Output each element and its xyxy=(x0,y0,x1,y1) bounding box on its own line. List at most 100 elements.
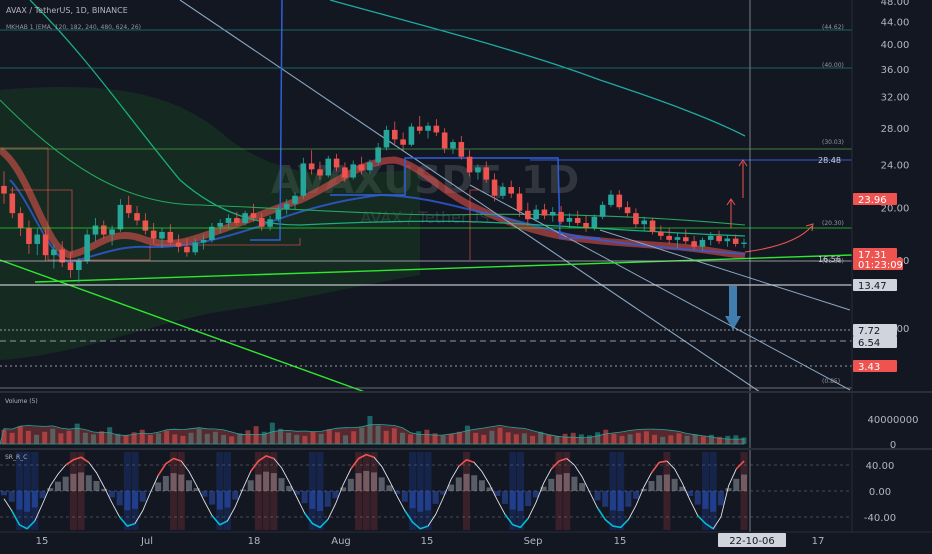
candle-body xyxy=(26,228,32,244)
candle-body xyxy=(574,218,581,223)
osc-histogram-bar xyxy=(455,477,462,491)
candle-body xyxy=(109,229,115,235)
osc-histogram-bar xyxy=(116,491,123,506)
price-tag-label: 23.96 xyxy=(858,195,887,206)
candle-body xyxy=(566,218,573,222)
osc-extreme-band xyxy=(23,452,31,530)
candle-body xyxy=(209,226,215,240)
osc-histogram-bar xyxy=(502,491,509,504)
volume-legend[interactable]: Volume (5) xyxy=(5,398,38,405)
candle-body xyxy=(699,239,706,247)
osc-extreme-band xyxy=(216,452,224,530)
osc-histogram-bar xyxy=(324,491,331,507)
symbol-legend[interactable]: AVAX / TetherUS, 1D, BINANCE xyxy=(6,6,128,15)
osc-extreme-band xyxy=(316,452,324,530)
osc-histogram-bar xyxy=(594,491,601,501)
osc-histogram-bar xyxy=(725,488,732,491)
osc-histogram-bar xyxy=(201,491,208,497)
level-price-label: 16.56 xyxy=(818,255,841,264)
osc-extreme-band xyxy=(15,452,23,530)
osc-histogram-bar xyxy=(633,491,640,499)
candle-body xyxy=(184,246,190,253)
fib-level-label: (20.30) xyxy=(822,220,844,227)
osc-histogram-bar xyxy=(579,483,586,491)
osc-histogram-bar xyxy=(640,488,647,491)
candle-body xyxy=(142,220,149,231)
osc-histogram-bar xyxy=(548,478,555,491)
osc-histogram-bar xyxy=(301,491,308,504)
candle-body xyxy=(391,129,398,140)
candle-body xyxy=(159,231,165,239)
osc-histogram-bar xyxy=(85,475,92,491)
osc-histogram-bar xyxy=(186,480,192,491)
osc-histogram-bar xyxy=(571,476,578,491)
candle-body xyxy=(283,203,290,210)
osc-extreme-band xyxy=(31,452,39,530)
candle-body xyxy=(716,235,722,242)
candle-body xyxy=(375,147,381,163)
osc-extreme-band xyxy=(563,452,571,530)
candle-body xyxy=(741,242,747,244)
osc-histogram-bar xyxy=(671,478,678,491)
fib-level-label: (30.03) xyxy=(822,139,844,146)
osc-extreme-band xyxy=(69,452,77,530)
osc-tick-label: 40.00 xyxy=(866,461,895,472)
tradingview-chart[interactable]: AVAXUSDT, 1D AVAX / TetherUS (44.62)(40.… xyxy=(0,0,932,550)
osc-histogram-bar xyxy=(139,491,146,502)
candle-body xyxy=(682,237,689,242)
candle-body xyxy=(275,209,282,220)
time-tick-label: Aug xyxy=(331,536,351,547)
candle-body xyxy=(549,211,556,216)
osc-extreme-band xyxy=(609,452,617,530)
time-tick-label: 15 xyxy=(421,536,434,547)
price-tag-label: 13.47 xyxy=(858,281,887,292)
candle-body xyxy=(658,231,664,236)
osc-extreme-band xyxy=(362,452,370,530)
osc-histogram-bar xyxy=(278,478,285,491)
price-tick-label: 32.00 xyxy=(881,93,910,104)
candle-body xyxy=(558,211,564,222)
osc-histogram-bar xyxy=(93,480,100,491)
candle-body xyxy=(217,222,223,227)
candle-body xyxy=(732,238,739,244)
candle-body xyxy=(317,169,323,176)
candle-body xyxy=(591,216,598,229)
osc-tick-label: 0.00 xyxy=(869,487,891,498)
candle-body xyxy=(76,261,82,271)
candle-body xyxy=(416,126,423,131)
price-tag-label: 6.54 xyxy=(858,338,880,349)
candle-body xyxy=(433,125,440,133)
candle-body xyxy=(234,218,240,223)
osc-histogram-bar xyxy=(717,491,724,506)
candle-body xyxy=(34,234,41,244)
osc-histogram-bar xyxy=(162,475,169,491)
osc-histogram-bar xyxy=(401,491,408,502)
oscillator-legend[interactable]: SR_R_C xyxy=(5,454,27,461)
candle-body xyxy=(483,167,490,180)
time-tick-label: Sep xyxy=(524,536,543,547)
osc-histogram-bar xyxy=(656,475,663,491)
osc-histogram-bar xyxy=(625,491,632,507)
fib-level-label: (40.00) xyxy=(822,62,844,69)
candle-body xyxy=(674,237,681,240)
candle-body xyxy=(599,204,606,217)
price-tick-label: 48.00 xyxy=(881,0,910,8)
osc-extreme-band xyxy=(170,452,178,530)
osc-extreme-band xyxy=(416,452,424,530)
price-tag-label: 3.43 xyxy=(858,362,880,373)
candle-body xyxy=(707,235,714,240)
candle-body xyxy=(475,167,481,173)
candle-body xyxy=(350,164,357,178)
osc-histogram-bar xyxy=(347,478,354,491)
osc-extreme-band xyxy=(463,452,470,530)
candle-body xyxy=(325,158,332,176)
candle-body xyxy=(649,220,656,232)
candle-body xyxy=(192,242,199,253)
osc-tick-label: -40.00 xyxy=(864,513,896,524)
price-tag-label: 7.72 xyxy=(858,326,880,337)
candle-body xyxy=(300,163,307,196)
osc-histogram-bar xyxy=(432,491,439,504)
indicator-legend[interactable]: MKHAB 1 (EMA, 120, 182, 240, 480, 624, 2… xyxy=(6,24,141,31)
candle-body xyxy=(383,129,390,148)
candle-body xyxy=(450,142,456,149)
